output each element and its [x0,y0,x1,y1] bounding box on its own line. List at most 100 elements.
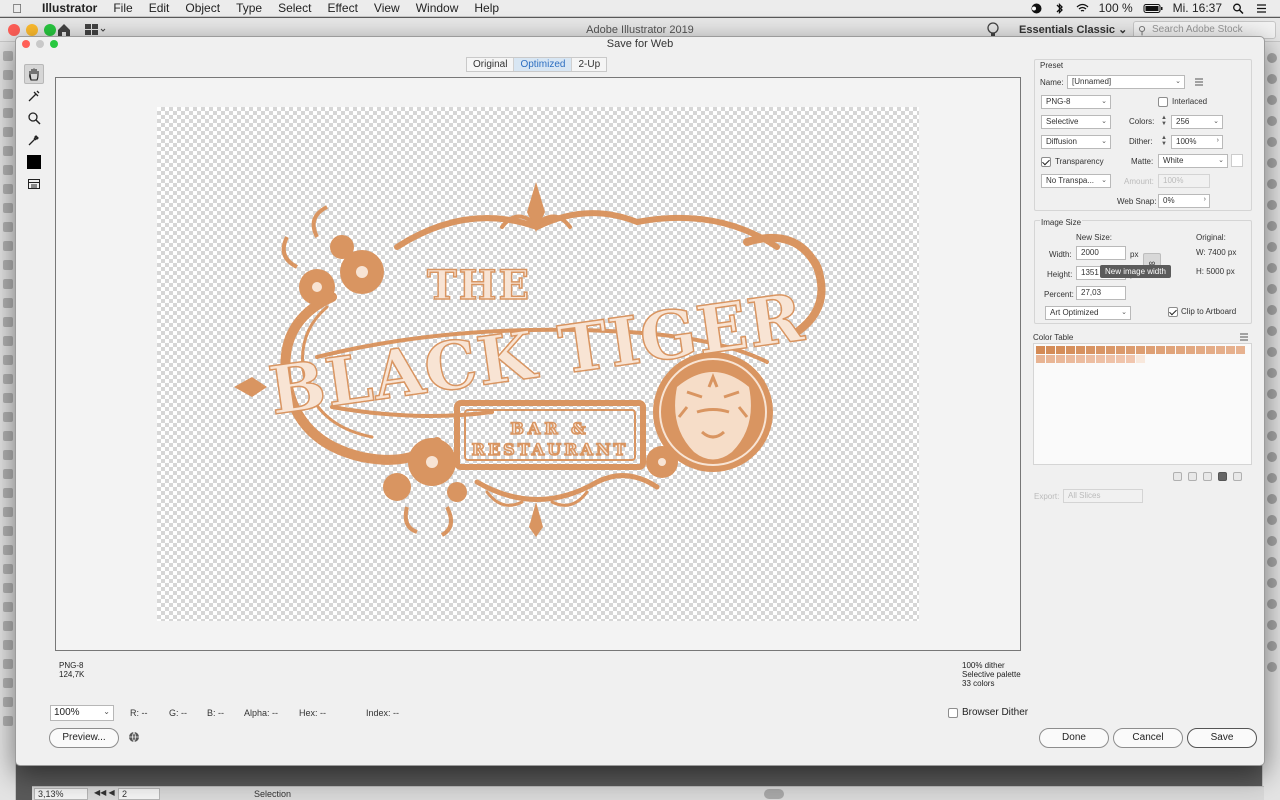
menu-window[interactable]: Window [408,1,467,15]
color-swatch[interactable] [1036,355,1045,363]
zoom-tool[interactable] [24,108,44,128]
menu-file[interactable]: File [105,1,140,15]
artboard-number-field[interactable]: 2 [118,788,160,800]
color-table-menu-icon[interactable] [1239,332,1249,342]
dither-amount-field[interactable]: 100% › [1171,135,1223,149]
map-transparency-icon[interactable] [1173,472,1182,481]
color-table[interactable] [1033,343,1252,465]
tab-original[interactable]: Original [467,58,515,71]
websnap-field[interactable]: 0% › [1158,194,1210,208]
matte-color-swatch[interactable] [1231,154,1243,167]
color-swatch[interactable] [1076,355,1085,363]
menu-object[interactable]: Object [177,1,228,15]
color-swatch[interactable] [1116,346,1125,354]
wifi-icon[interactable] [1076,3,1089,14]
color-swatch[interactable] [1076,346,1085,354]
menu-edit[interactable]: Edit [141,1,178,15]
eyedropper-tool[interactable] [24,130,44,150]
color-swatch[interactable] [1126,355,1135,363]
color-swatch[interactable] [1066,355,1075,363]
optimize-menu-icon[interactable] [1194,77,1204,87]
menu-select[interactable]: Select [270,1,319,15]
color-swatch[interactable] [1116,355,1125,363]
matte-select[interactable]: White ⌄ [1158,154,1228,168]
color-swatch[interactable] [1066,346,1075,354]
clock[interactable]: Mi. 16:37 [1173,1,1222,15]
color-swatch[interactable] [1176,346,1185,354]
color-swatch[interactable] [1196,346,1205,354]
color-swatch[interactable] [1226,346,1235,354]
color-swatch[interactable] [1216,346,1225,354]
menu-effect[interactable]: Effect [319,1,365,15]
battery-icon[interactable] [1143,3,1163,14]
transparency-dither-select[interactable]: No Transpa... ⌄ [1041,174,1111,188]
menu-view[interactable]: View [366,1,408,15]
percent-input[interactable]: 27,03 [1076,286,1126,300]
save-button[interactable]: Save [1187,728,1257,748]
color-swatch[interactable] [1096,346,1105,354]
color-swatch[interactable] [1106,355,1115,363]
hand-tool[interactable] [24,64,44,84]
color-swatch[interactable] [1096,355,1105,363]
dither-stepper[interactable]: ▲ ▼ [1160,135,1168,149]
preset-name-select[interactable]: [Unnamed] ⌄ [1067,75,1185,89]
quality-select[interactable]: Art Optimized ⌄ [1045,306,1131,320]
cancel-button[interactable]: Cancel [1113,728,1183,748]
doc-zoom-field[interactable]: 3,13% [34,788,88,800]
color-swatch[interactable] [1236,346,1245,354]
file-format-select[interactable]: PNG-8 ⌄ [1041,95,1111,109]
dither-algorithm-select[interactable]: Diffusion ⌄ [1041,135,1111,149]
color-swatch[interactable] [1126,346,1135,354]
color-swatch[interactable] [1046,355,1055,363]
color-swatch[interactable] [1156,346,1165,354]
spotlight-icon[interactable] [1232,3,1245,14]
color-swatch[interactable] [1136,346,1145,354]
colors-select[interactable]: 256 ⌄ [1171,115,1223,129]
color-swatch[interactable] [1046,346,1055,354]
workspace-switcher[interactable]: Essentials Classic ⌄ [1019,23,1127,36]
browser-dither-option[interactable]: Browser Dither [948,707,1028,718]
menu-app[interactable]: Illustrator [34,1,105,15]
status-toggle-icon[interactable] [1030,3,1043,14]
color-swatch[interactable] [1146,346,1155,354]
clip-to-artboard-checkbox[interactable] [1168,307,1178,317]
browser-dither-checkbox[interactable] [948,707,958,718]
new-color-icon[interactable] [1218,472,1227,481]
lock-color-icon[interactable] [1203,472,1212,481]
delete-color-icon[interactable] [1233,472,1242,481]
horizontal-scrollbar-thumb[interactable] [764,789,784,799]
color-swatch[interactable] [1056,355,1065,363]
toggle-slices-tool[interactable] [24,174,44,194]
preview-button[interactable]: Preview... [49,728,119,748]
done-button[interactable]: Done [1039,728,1109,748]
slice-select-tool[interactable] [24,86,44,106]
interlaced-checkbox[interactable] [1158,97,1168,107]
color-swatch[interactable] [1106,346,1115,354]
width-input[interactable]: 2000 [1076,246,1126,260]
color-swatch[interactable] [1086,346,1095,354]
ornament-bottom-finial [529,502,543,537]
color-swatch[interactable] [1036,346,1045,354]
tab-optimized[interactable]: Optimized [514,58,573,71]
colors-stepper[interactable]: ▲ ▼ [1160,115,1168,129]
color-reduction-select[interactable]: Selective ⌄ [1041,115,1111,129]
apple-menu-icon[interactable]:  [0,1,34,16]
zoom-level-select[interactable]: 100% ⌄ [50,705,114,721]
eyedropper-color-swatch[interactable] [24,152,44,172]
optimized-preview-canvas[interactable]: THE BLACK TIGER BAR & RESTAURANT [55,77,1021,651]
web-shift-icon[interactable] [1188,472,1197,481]
color-swatch[interactable] [1166,346,1175,354]
notification-center-icon[interactable] [1255,3,1268,14]
artboard-nav-arrows[interactable]: ◀◀ ◀ [94,788,115,797]
menu-help[interactable]: Help [466,1,507,15]
color-swatch[interactable] [1056,346,1065,354]
globe-icon[interactable] [128,731,140,743]
menu-type[interactable]: Type [228,1,270,15]
color-swatch[interactable] [1186,346,1195,354]
transparency-checkbox[interactable] [1041,157,1051,167]
color-swatch[interactable] [1206,346,1215,354]
tab-2-up[interactable]: 2-Up [572,58,606,71]
color-swatch[interactable] [1136,355,1145,363]
color-swatch[interactable] [1086,355,1095,363]
bluetooth-icon[interactable] [1053,2,1066,14]
